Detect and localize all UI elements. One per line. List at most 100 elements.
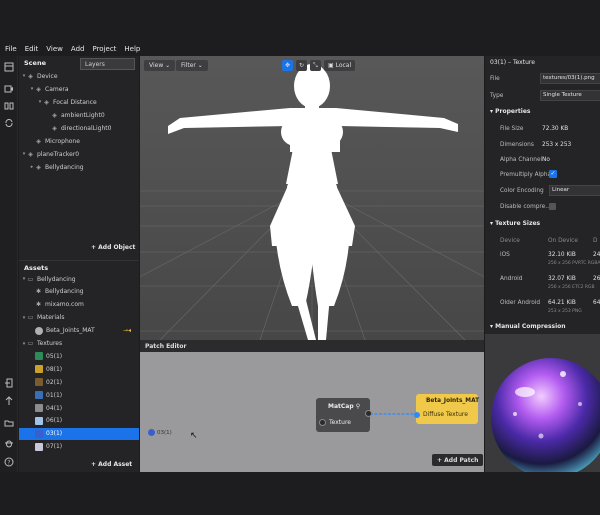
object-icon: ✱ [35,288,42,296]
menu-help[interactable]: Help [124,45,140,53]
menu-add[interactable]: Add [71,45,85,53]
scene-item-label: Device [37,72,58,80]
columns-icon[interactable] [4,101,14,111]
input-port-icon [414,411,420,418]
manual-compression-section[interactable]: ▾ Manual Compression [490,323,566,330]
filter-dropdown[interactable]: Filter ⌄ [176,60,208,71]
scene-item-6[interactable]: ▾ ◈ planeTracker0 [21,148,79,160]
output-port-icon[interactable] [365,410,372,417]
type-select[interactable]: Single Texture [540,90,600,101]
folder-icon[interactable] [4,418,14,428]
texture-node[interactable]: 03(1) [148,429,172,436]
bug-icon[interactable] [4,438,14,448]
scene-item-4[interactable]: ◈ directionalLight0 [45,122,111,134]
matcap-node[interactable]: MatCap ⚲ Texture [316,398,372,432]
premultiply-alpha-label: Premultiply Alpha [500,171,552,178]
viewport-scene [140,56,484,340]
scene-item-7[interactable]: ▸ ◈ Bellydancing [29,161,84,173]
chevron-down-icon: ⌄ [165,62,171,69]
folder-icon: ▭ [27,340,34,347]
texture-sizes-title: Texture Sizes [495,220,541,227]
asset-item-label: 06(1) [46,417,63,425]
chevron-down-icon: ▾ [490,323,494,330]
viewport[interactable]: View ⌄ Filter ⌄ ✥ ↻ ⤡ ▣ Local [140,56,484,340]
diffuse-texture-port[interactable]: Diffuse Texture [414,411,468,418]
asset-item-7[interactable]: 08(1) [19,363,139,375]
premultiply-alpha-checkbox[interactable]: ✓ [549,170,557,178]
add-patch-button[interactable]: + Add Patch [432,454,484,466]
scene-item-0[interactable]: ▾ ◈ Device [21,70,58,82]
export-icon[interactable] [4,378,14,388]
video-icon[interactable] [4,84,14,94]
asset-item-5[interactable]: ▾ ▭ Textures [19,338,139,350]
col-device-header: Device [500,237,520,244]
menu-edit[interactable]: Edit [25,45,39,53]
texture-sizes-section[interactable]: ▾ Texture Sizes [490,220,540,227]
link-arrow-icon[interactable]: →◂ [123,327,131,334]
asset-item-1[interactable]: ✱ Bellydancing [19,286,139,298]
texture-thumbnail-icon [35,378,43,387]
move-tool-button[interactable]: ✥ [282,60,294,71]
folder-icon: ▭ [27,314,34,322]
assets-title: Assets [24,264,49,272]
plane-tracker-icon: ◈ [28,150,33,158]
texture-thumbnail-icon [35,442,43,451]
size-detail-1: 256 x 256 ETC2 RGB [548,285,595,290]
scene-item-label: Bellydancing [45,163,84,171]
asset-item-6[interactable]: 05(1) [19,350,139,362]
scene-item-3[interactable]: ◈ ambientLight0 [45,109,104,121]
asset-item-12[interactable]: 03(1) [19,427,139,440]
add-object-button[interactable]: + Add Object [91,244,135,251]
focal-distance-icon: ◈ [44,98,49,106]
col-d-header: D [593,237,598,244]
scene-panel: Scene ▾ ◈ Device ▾ ◈ Camera ▾ ◈ Focal Distance ◈ a… [19,56,139,260]
asset-item-10[interactable]: 04(1) [19,402,139,414]
help-icon[interactable]: ? [4,457,14,467]
scene-item-label: planeTracker0 [37,150,80,158]
add-patch-label: Add Patch [444,457,479,464]
scene-item-label: Microphone [45,137,80,145]
chevron-down-icon: ▾ [490,108,494,115]
texture-node-icon [148,429,155,436]
file-size-label: File Size [500,125,524,132]
asset-item-3[interactable]: ▾ ▭ Materials [19,312,139,324]
matcap-texture-port[interactable]: Texture [319,419,351,426]
file-field[interactable]: textures/03(1).png [540,73,600,84]
disable-compression-checkbox[interactable] [549,203,556,210]
ambient-light-icon: ◈ [52,111,57,119]
asset-item-2[interactable]: ✱ mixamo.com [19,299,139,311]
asset-item-11[interactable]: 06(1) [19,415,139,427]
color-encoding-select[interactable]: Linear [549,185,600,196]
patch-editor[interactable]: Patch Editor MatCap ⚲ Texture Beta_Joint… [140,340,484,472]
dimensions-label: Dimensions [500,141,534,148]
asset-item-label: Bellydancing [37,275,76,283]
add-asset-button[interactable]: + Add Asset [91,461,132,468]
asset-item-9[interactable]: 01(1) [19,389,139,401]
upload-icon[interactable] [4,396,14,406]
add-object-label: Add Object [98,244,136,251]
asset-item-0[interactable]: ▾ ▭ Bellydancing [19,273,139,285]
asset-item-13[interactable]: 07(1) [19,441,139,453]
asset-item-8[interactable]: 02(1) [19,376,139,388]
device-icon: ◈ [28,72,33,80]
scene-item-1[interactable]: ▾ ◈ Camera [29,83,69,95]
asset-item-label: 07(1) [46,443,63,451]
pin-icon: ⚲ [355,403,361,410]
local-toggle[interactable]: ▣ Local [324,60,356,71]
properties-section[interactable]: ▾ Properties [490,108,530,115]
rotate-tool-button[interactable]: ↻ [296,60,308,71]
scene-item-5[interactable]: ◈ Microphone [29,135,80,147]
sync-icon[interactable] [4,118,14,128]
alpha-channel-label: Alpha Channel [500,156,543,163]
layers-icon[interactable] [4,62,14,72]
scene-item-2[interactable]: ▾ ◈ Focal Distance [37,96,97,108]
material-node[interactable]: Beta_Joints_MAT Diffuse Texture [414,394,479,424]
menu-project[interactable]: Project [92,45,116,53]
file-label: File [490,75,500,82]
asset-item-4[interactable]: Beta_Joints_MAT →◂ [19,325,139,337]
menu-file[interactable]: File [5,45,17,53]
scale-tool-button[interactable]: ⤡ [310,60,321,71]
asset-item-label: 02(1) [46,378,63,386]
view-dropdown[interactable]: View ⌄ [144,60,176,71]
menu-view[interactable]: View [46,45,63,53]
